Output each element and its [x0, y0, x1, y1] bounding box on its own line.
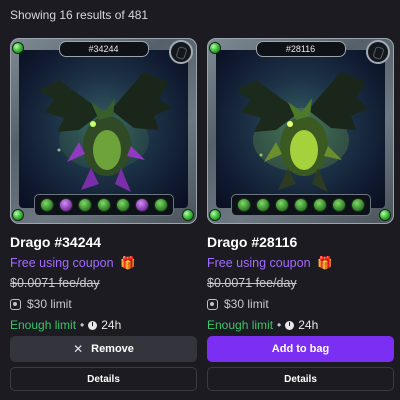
coupon-label: Free using coupon	[207, 256, 311, 270]
coupon-text: Free using coupon 🎁	[207, 256, 333, 271]
status-row: Enough limit • 24h	[207, 318, 318, 332]
ability-icon	[58, 198, 73, 212]
results-count: Showing 16 results of 481	[10, 8, 149, 22]
ability-icon	[332, 198, 347, 212]
dragon-image	[19, 50, 188, 208]
status-text: Enough limit	[207, 318, 274, 332]
ability-icon	[135, 198, 150, 212]
gift-icon: 🎁	[317, 256, 333, 270]
time-text: 24h	[298, 318, 319, 332]
gem-icon	[379, 209, 391, 221]
limit-row: $30 limit	[207, 297, 269, 311]
item-id-tag: #28116	[255, 41, 346, 57]
ability-icon	[255, 198, 270, 212]
ability-icon	[236, 198, 251, 212]
limit-text: $30 limit	[27, 297, 72, 311]
gem-icon	[12, 42, 24, 54]
item-name: Drago #34244	[10, 234, 102, 250]
limit-icon	[207, 298, 218, 310]
fee-text: $0.0071 fee/day	[207, 276, 297, 290]
ability-bar	[34, 194, 174, 216]
card-frame[interactable]: #28116	[207, 38, 394, 224]
gem-icon	[209, 209, 221, 221]
limit-row: $30 limit	[10, 297, 72, 311]
ability-icon	[77, 198, 92, 212]
separator: •	[277, 318, 282, 332]
remove-label: Remove	[91, 343, 134, 355]
dragon-image	[216, 50, 385, 208]
shield-icon	[366, 40, 390, 64]
card-frame[interactable]: #34244	[10, 38, 197, 224]
ability-icon	[116, 198, 131, 212]
coupon-label: Free using coupon	[10, 256, 114, 270]
status-row: Enough limit • 24h	[10, 318, 121, 332]
item-id-tag: #34244	[58, 41, 149, 57]
limit-icon	[10, 298, 21, 310]
gift-icon: 🎁	[120, 256, 136, 270]
clock-icon	[88, 320, 98, 330]
ability-icon	[351, 198, 366, 212]
item-card[interactable]: #28116 Drago #28116 Free using coupon 🎁 …	[207, 38, 394, 391]
item-name: Drago #28116	[207, 234, 298, 250]
add-to-bag-button[interactable]: Add to bag	[207, 336, 394, 362]
status-text: Enough limit	[10, 318, 77, 332]
item-card[interactable]: #34244 Drago #34244 Free using coupon 🎁 …	[10, 38, 197, 391]
coupon-text: Free using coupon 🎁	[10, 256, 136, 271]
gem-icon	[209, 42, 221, 54]
separator: •	[80, 318, 85, 332]
details-button[interactable]: Details	[207, 367, 394, 391]
gem-icon	[182, 209, 194, 221]
x-icon: ✕	[73, 342, 84, 356]
ability-icon	[293, 198, 308, 212]
ability-icon	[96, 198, 111, 212]
remove-button[interactable]: ✕ Remove	[10, 336, 197, 362]
details-button[interactable]: Details	[10, 367, 197, 391]
shield-icon	[169, 40, 193, 64]
limit-text: $30 limit	[224, 297, 269, 311]
fee-text: $0.0071 fee/day	[10, 276, 100, 290]
ability-bar	[231, 194, 371, 216]
ability-icon	[39, 198, 54, 212]
gem-icon	[12, 209, 24, 221]
ability-icon	[274, 198, 289, 212]
ability-icon	[154, 198, 169, 212]
time-text: 24h	[101, 318, 122, 332]
clock-icon	[285, 320, 295, 330]
ability-icon	[313, 198, 328, 212]
